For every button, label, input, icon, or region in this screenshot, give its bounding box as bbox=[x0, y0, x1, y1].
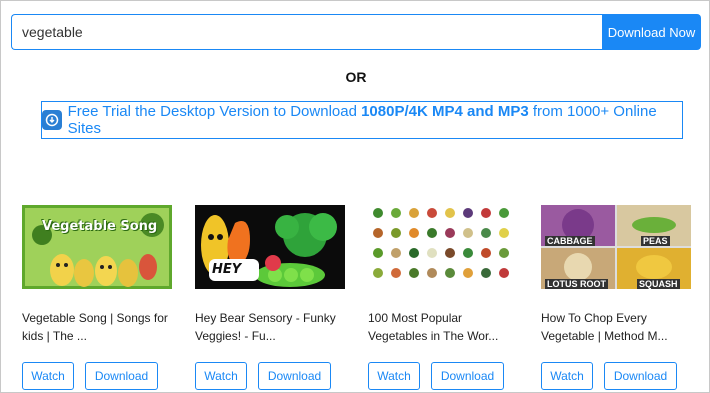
search-input[interactable] bbox=[11, 14, 602, 50]
video-thumbnail[interactable]: Vegetable Song bbox=[22, 205, 172, 289]
video-card: 100 Most Popular Vegetables in The Wor..… bbox=[368, 205, 518, 390]
desktop-trial-banner[interactable]: Free Trial the Desktop Version to Downlo… bbox=[41, 101, 683, 139]
video-card: Vegetable Song Vegetable Song | Songs fo… bbox=[22, 205, 172, 390]
video-card: HEY Hey Bear Sensory - Funky Veggies! - … bbox=[195, 205, 345, 390]
video-thumbnail[interactable] bbox=[368, 205, 518, 289]
video-thumbnail[interactable]: CABBAGE PEAS LOTUS ROOT SQUASH bbox=[541, 205, 691, 289]
download-button[interactable]: Download bbox=[85, 362, 158, 390]
video-title[interactable]: How To Chop Every Vegetable | Method M..… bbox=[541, 309, 691, 345]
video-thumbnail[interactable]: HEY bbox=[195, 205, 345, 289]
thumbnail-caption: Vegetable Song bbox=[42, 219, 158, 234]
watch-button[interactable]: Watch bbox=[22, 362, 74, 390]
thumbnail-label: CABBAGE bbox=[545, 236, 595, 246]
watch-button[interactable]: Watch bbox=[541, 362, 593, 390]
app-logo-icon bbox=[42, 110, 62, 130]
download-button[interactable]: Download bbox=[258, 362, 331, 390]
thumbnail-label: PEAS bbox=[641, 236, 670, 246]
video-card: CABBAGE PEAS LOTUS ROOT SQUASH How To Ch… bbox=[541, 205, 691, 390]
or-divider: OR bbox=[345, 69, 367, 85]
video-title[interactable]: Vegetable Song | Songs for kids | The ..… bbox=[22, 309, 172, 345]
thumbnail-caption: HEY bbox=[212, 262, 242, 277]
search-bar: Download Now bbox=[11, 14, 701, 50]
video-title[interactable]: Hey Bear Sensory - Funky Veggies! - Fu..… bbox=[195, 309, 345, 345]
thumbnail-label: LOTUS ROOT bbox=[545, 279, 608, 289]
trial-text: Free Trial the Desktop Version to Downlo… bbox=[67, 103, 657, 137]
watch-button[interactable]: Watch bbox=[195, 362, 247, 390]
video-title[interactable]: 100 Most Popular Vegetables in The Wor..… bbox=[368, 309, 518, 345]
download-button[interactable]: Download bbox=[431, 362, 504, 390]
thumbnail-label: SQUASH bbox=[637, 279, 680, 289]
watch-button[interactable]: Watch bbox=[368, 362, 420, 390]
download-now-button[interactable]: Download Now bbox=[602, 14, 701, 50]
download-button[interactable]: Download bbox=[604, 362, 677, 390]
